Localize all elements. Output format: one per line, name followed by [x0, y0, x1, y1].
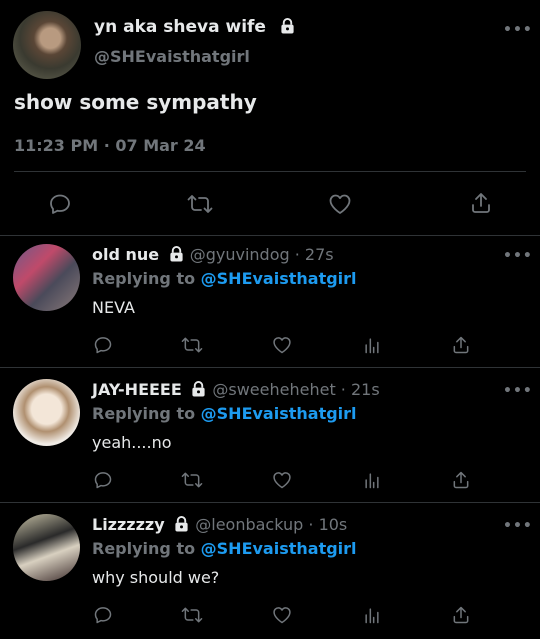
- replying-prefix: Replying to: [92, 404, 201, 423]
- retweet-icon: [181, 607, 203, 623]
- reply-icon: [94, 607, 112, 624]
- share-icon: [453, 471, 469, 489]
- reply-icon: [94, 472, 112, 489]
- replying-to: Replying to @SHEvaisthatgirl: [92, 269, 357, 288]
- action-bar: [0, 333, 540, 357]
- share-icon: [453, 336, 469, 354]
- reply-icon: [50, 194, 70, 214]
- reply-tweet: JAY-HEEEE @sweehehehet · 21s ••• Replyin…: [0, 371, 540, 504]
- share-button[interactable]: [449, 603, 473, 627]
- like-icon: [273, 472, 291, 489]
- retweet-button[interactable]: [186, 190, 214, 218]
- replying-to-handle[interactable]: @SHEvaisthatgirl: [201, 269, 357, 288]
- more-options-icon[interactable]: •••: [503, 248, 533, 264]
- lock-icon: [192, 381, 205, 397]
- display-name[interactable]: old nue: [92, 245, 159, 264]
- display-name[interactable]: JAY-HEEEE: [92, 380, 182, 399]
- handle[interactable]: @leonbackup: [195, 515, 303, 534]
- analytics-button[interactable]: [360, 333, 384, 357]
- avatar[interactable]: [13, 379, 80, 446]
- retweet-icon: [187, 195, 213, 213]
- analytics-button[interactable]: [360, 468, 384, 492]
- display-name-text[interactable]: yn aka sheva wife: [94, 17, 266, 37]
- display-name[interactable]: yn aka sheva wife: [94, 17, 295, 37]
- retweet-button[interactable]: [180, 468, 204, 492]
- timestamp[interactable]: 27s: [305, 245, 334, 264]
- replying-to-handle[interactable]: @SHEvaisthatgirl: [201, 404, 357, 423]
- lock-icon: [170, 246, 183, 262]
- lock-icon: [281, 18, 294, 34]
- avatar[interactable]: [13, 244, 80, 311]
- like-icon: [273, 607, 291, 624]
- like-icon: [329, 194, 351, 214]
- reply-button[interactable]: [91, 468, 115, 492]
- retweet-button[interactable]: [180, 603, 204, 627]
- more-options-icon[interactable]: •••: [503, 22, 533, 38]
- replying-prefix: Replying to: [92, 539, 201, 558]
- replying-prefix: Replying to: [92, 269, 201, 288]
- tweet-text: yeah....no: [92, 433, 172, 452]
- retweet-icon: [181, 337, 203, 353]
- reply-tweet: old nue @gyuvindog · 27s ••• Replying to…: [0, 236, 540, 369]
- like-button[interactable]: [270, 468, 294, 492]
- separator: ·: [303, 515, 319, 534]
- analytics-icon: [365, 338, 379, 354]
- retweet-button[interactable]: [180, 333, 204, 357]
- separator: ·: [289, 245, 305, 264]
- reply-header: Lizzzzzy @leonbackup · 10s: [92, 515, 347, 534]
- like-button[interactable]: [270, 603, 294, 627]
- replying-to: Replying to @SHEvaisthatgirl: [92, 404, 357, 423]
- action-bar: [0, 603, 540, 627]
- tweet-text: show some sympathy: [14, 90, 257, 114]
- action-bar: [0, 468, 540, 492]
- divider: [0, 367, 540, 368]
- reply-button[interactable]: [91, 333, 115, 357]
- share-button[interactable]: [467, 189, 495, 217]
- timestamp[interactable]: 21s: [351, 380, 380, 399]
- like-icon: [273, 337, 291, 354]
- avatar[interactable]: [13, 11, 81, 79]
- timestamp[interactable]: 11:23 PM · 07 Mar 24: [14, 136, 206, 155]
- replying-to-handle[interactable]: @SHEvaisthatgirl: [201, 539, 357, 558]
- avatar[interactable]: [13, 514, 80, 581]
- share-button[interactable]: [449, 333, 473, 357]
- timestamp[interactable]: 10s: [319, 515, 348, 534]
- reply-button[interactable]: [91, 603, 115, 627]
- share-icon: [472, 193, 490, 213]
- like-button[interactable]: [270, 333, 294, 357]
- analytics-icon: [365, 473, 379, 489]
- replying-to: Replying to @SHEvaisthatgirl: [92, 539, 357, 558]
- separator: ·: [335, 380, 351, 399]
- handle[interactable]: @SHEvaisthatgirl: [94, 47, 250, 66]
- more-options-icon[interactable]: •••: [503, 383, 533, 399]
- display-name[interactable]: Lizzzzzy: [92, 515, 165, 534]
- share-icon: [453, 606, 469, 624]
- retweet-icon: [181, 472, 203, 488]
- more-options-icon[interactable]: •••: [503, 518, 533, 534]
- analytics-icon: [365, 608, 379, 624]
- divider: [14, 171, 526, 172]
- handle[interactable]: @gyuvindog: [190, 245, 290, 264]
- main-tweet: yn aka sheva wife @SHEvaisthatgirl ••• s…: [0, 0, 540, 235]
- reply-button[interactable]: [46, 190, 74, 218]
- tweet-text: why should we?: [92, 568, 220, 587]
- lock-icon: [175, 516, 188, 532]
- share-button[interactable]: [449, 468, 473, 492]
- reply-header: old nue @gyuvindog · 27s: [92, 245, 334, 264]
- reply-header: JAY-HEEEE @sweehehehet · 21s: [92, 380, 380, 399]
- reply-tweet: Lizzzzzy @leonbackup · 10s ••• Replying …: [0, 506, 540, 639]
- handle[interactable]: @sweehehehet: [212, 380, 335, 399]
- divider: [0, 502, 540, 503]
- like-button[interactable]: [326, 190, 354, 218]
- analytics-button[interactable]: [360, 603, 384, 627]
- reply-icon: [94, 337, 112, 354]
- tweet-text: NEVA: [92, 298, 135, 317]
